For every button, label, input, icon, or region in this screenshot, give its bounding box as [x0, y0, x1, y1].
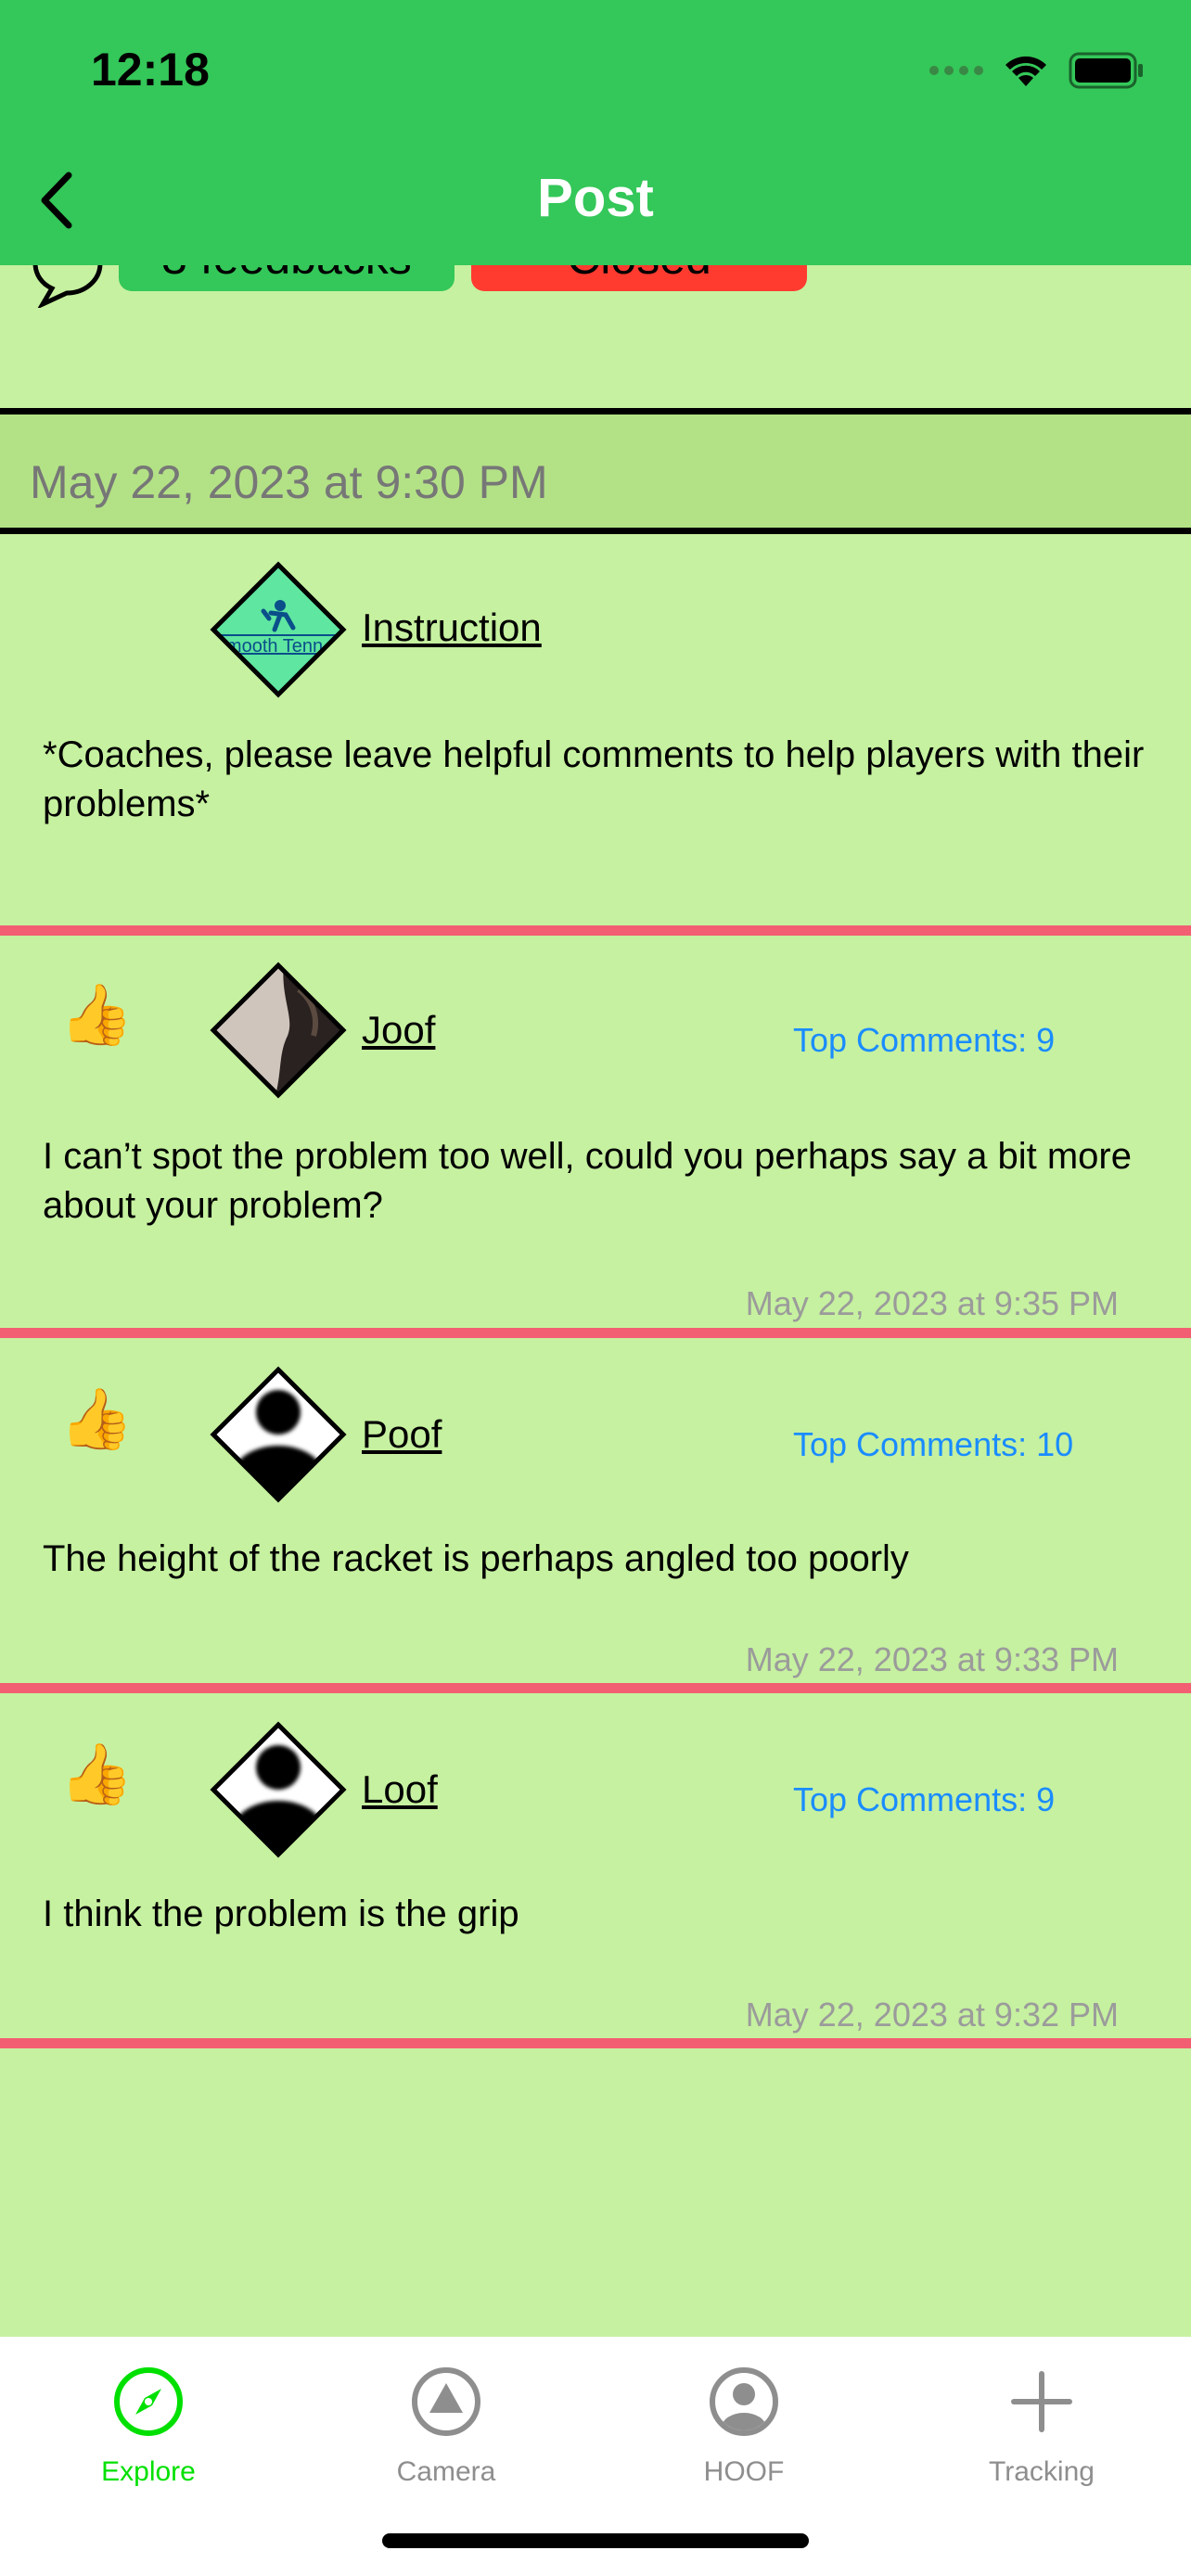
post-date-bar: May 22, 2023 at 9:30 PM: [0, 408, 1191, 534]
tab-label: Camera: [396, 2456, 496, 2487]
status-icons: [929, 52, 1145, 89]
tab-hoof[interactable]: HOOF: [651, 2365, 837, 2488]
page-title: Post: [537, 168, 654, 228]
post-date: May 22, 2023 at 9:30 PM: [30, 456, 548, 508]
top-comments-count: Top Comments: 10: [793, 1425, 1074, 1463]
wifi-icon: [1004, 53, 1048, 88]
tab-label: Tracking: [989, 2456, 1095, 2487]
comment-timestamp: May 22, 2023 at 9:33 PM: [745, 1640, 1119, 1678]
home-indicator: [382, 2533, 809, 2548]
tab-explore[interactable]: Explore: [56, 2365, 241, 2488]
username[interactable]: Loof: [362, 1767, 438, 1812]
tab-tracking[interactable]: Tracking: [949, 2365, 1134, 2488]
comment-card: 👍 Joof Top Comments: 9 I can’t spot the …: [0, 936, 1191, 1328]
comment-text: The height of the racket is perhaps angl…: [43, 1538, 909, 1579]
status-time: 12:18: [91, 44, 210, 96]
tab-label: Explore: [101, 2456, 196, 2487]
header: 12:18 Post: [0, 0, 1191, 265]
divider: [0, 925, 1191, 936]
comment-text: *Coaches, please leave helpful comments …: [43, 734, 1145, 824]
avatar-text: mooth Tenn: [226, 636, 323, 657]
instruction-card: mooth Tenn Instruction *Coaches, please …: [0, 541, 1191, 925]
divider: [0, 2038, 1191, 2048]
plus-icon: [1011, 2371, 1072, 2432]
thumbs-up-icon[interactable]: 👍: [59, 1740, 134, 1809]
status-badge: Closed: [471, 265, 807, 291]
avatar[interactable]: [210, 1721, 347, 1858]
avatar[interactable]: [210, 1366, 347, 1503]
feedback-count-badge[interactable]: 3 feedbacks: [119, 265, 455, 291]
username[interactable]: Instruction: [362, 606, 542, 650]
post-meta-row: 3 feedbacks Closed: [0, 265, 1191, 321]
top-comments-count: Top Comments: 9: [793, 1780, 1056, 1818]
comment-card: 👍 Loof Top Comments: 9 I think the probl…: [0, 1693, 1191, 2038]
username[interactable]: Poof: [362, 1412, 442, 1457]
tab-label: HOOF: [703, 2456, 785, 2487]
tab-camera[interactable]: Camera: [353, 2365, 539, 2488]
compass-icon: [114, 2367, 183, 2436]
person-circle-icon: [710, 2367, 778, 2436]
username[interactable]: Joof: [362, 1008, 435, 1052]
avatar[interactable]: [210, 962, 347, 1099]
battery-icon: [1069, 52, 1145, 89]
divider: [0, 1328, 1191, 1338]
top-comments-count: Top Comments: 9: [793, 1021, 1056, 1059]
speech-bubble-icon: [32, 265, 103, 308]
cellular-signal-icon: [929, 66, 983, 75]
divider: [0, 1683, 1191, 1693]
comment-text: I can’t spot the problem too well, could…: [43, 1136, 1132, 1226]
comment-timestamp: May 22, 2023 at 9:35 PM: [745, 1284, 1119, 1322]
instruction-avatar[interactable]: mooth Tenn: [210, 561, 347, 698]
thumbs-up-icon[interactable]: 👍: [59, 980, 134, 1050]
comment-text: I think the problem is the grip: [43, 1894, 519, 1934]
comment-timestamp: May 22, 2023 at 9:32 PM: [745, 1996, 1119, 2034]
triangle-circle-icon: [412, 2367, 480, 2436]
comment-card: 👍 Poof Top Comments: 10 The height of th…: [0, 1338, 1191, 1683]
thumbs-up-icon[interactable]: 👍: [59, 1384, 134, 1454]
